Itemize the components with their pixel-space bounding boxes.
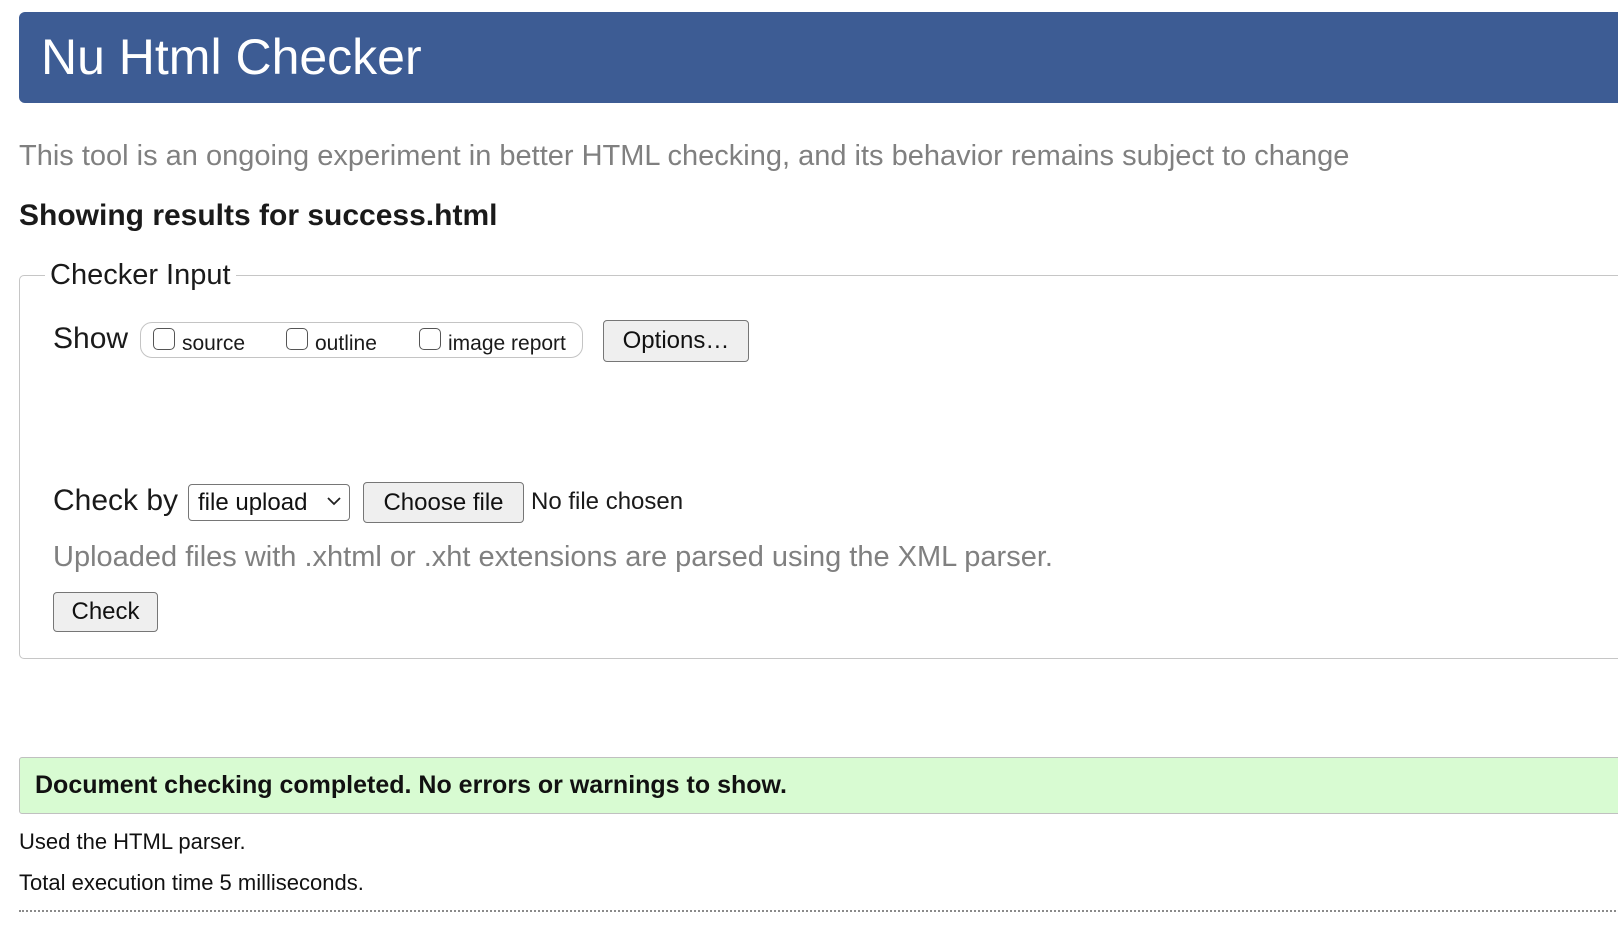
- execution-time: Total execution time 5 milliseconds.: [19, 870, 364, 895]
- image-report-checkbox[interactable]: [419, 328, 441, 350]
- success-message: Document checking completed. No errors o…: [35, 771, 787, 799]
- page: Nu Html Checker This tool is an ongoing …: [0, 0, 1618, 950]
- show-label: Show: [53, 322, 129, 355]
- options-button[interactable]: Options…: [603, 320, 749, 362]
- source-checkbox[interactable]: [153, 328, 175, 350]
- choose-file-button[interactable]: Choose file: [363, 482, 524, 523]
- outline-checkbox[interactable]: [286, 328, 308, 350]
- parser-info: Used the HTML parser.: [19, 829, 246, 854]
- image-report-checkbox-item[interactable]: image report: [419, 323, 566, 359]
- checker-input-fieldset: Checker Input Show source outline image …: [19, 257, 1618, 659]
- header-banner: Nu Html Checker: [19, 12, 1618, 103]
- outline-checkbox-label[interactable]: outline: [315, 332, 377, 356]
- outline-checkbox-item[interactable]: outline: [286, 323, 377, 359]
- image-report-checkbox-label[interactable]: image report: [448, 332, 566, 356]
- source-checkbox-label[interactable]: source: [182, 332, 245, 356]
- check-button[interactable]: Check: [53, 592, 158, 632]
- chevron-down-icon: [327, 497, 341, 506]
- show-options-group: source outline image report: [140, 322, 583, 358]
- divider: [19, 910, 1618, 912]
- checker-input-legend: Checker Input: [45, 257, 236, 293]
- tool-description: This tool is an ongoing experiment in be…: [19, 140, 1350, 172]
- file-status-text: No file chosen: [531, 488, 684, 515]
- upload-hint: Uploaded files with .xhtml or .xht exten…: [53, 541, 1053, 573]
- check-by-selected-value[interactable]: file upload: [198, 489, 307, 517]
- results-heading: Showing results for success.html: [19, 199, 498, 232]
- success-message-box: Document checking completed. No errors o…: [19, 757, 1618, 814]
- source-checkbox-item[interactable]: source: [153, 323, 245, 359]
- check-by-select[interactable]: file upload: [188, 484, 350, 521]
- page-title: Nu Html Checker: [41, 29, 422, 85]
- check-by-label: Check by: [53, 484, 179, 517]
